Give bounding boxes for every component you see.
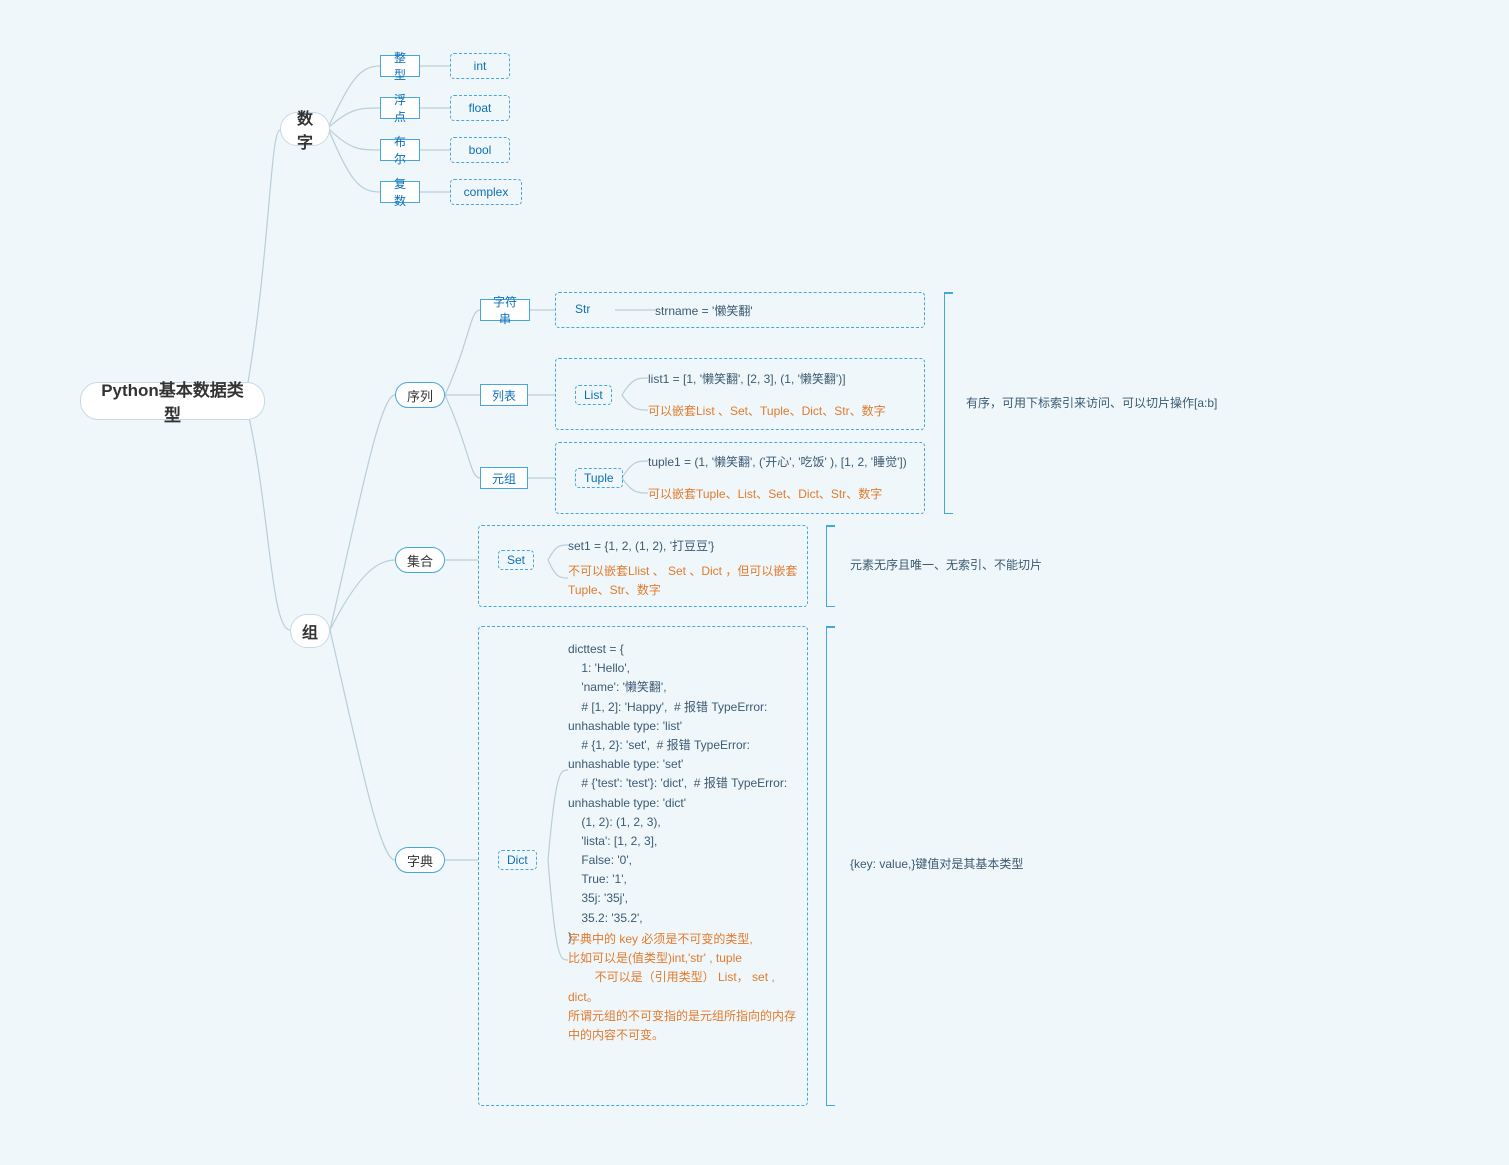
num-zh-complex: 复数	[380, 181, 420, 203]
branch-numbers: 数字	[280, 112, 330, 146]
set-example: set1 = {1, 2, (1, 2), '打豆豆'}	[568, 537, 714, 556]
num-zh-float: 浮点	[380, 97, 420, 119]
seq-tuple-zh: 元组	[480, 467, 528, 489]
set-note: 元素无序且唯一、无索引、不能切片	[850, 556, 1090, 573]
tuple-example: tuple1 = (1, '懒笑翻', ('开心', '吃饭' ), [1, 2…	[648, 453, 907, 472]
list-example: list1 = [1, '懒笑翻', [2, 3], (1, '懒笑翻')]	[648, 370, 846, 389]
sub-sequence: 序列	[395, 382, 445, 408]
list-nest: 可以嵌套List 、Set、Tuple、Dict、Str、数字	[648, 402, 886, 421]
num-en-bool: bool	[450, 137, 510, 163]
dict-desc: 字典中的 key 必须是不可变的类型, 比如可以是(值类型)int,'str' …	[568, 930, 798, 1045]
set-nest: 不可以嵌套Llist 、 Set 、Dict ，但可以嵌套Tuple、Str、数…	[568, 562, 798, 600]
root-node: Python基本数据类型	[80, 382, 265, 420]
dict-en: Dict	[498, 850, 537, 870]
dict-bracket	[826, 626, 827, 1106]
seq-list-zh: 列表	[480, 384, 528, 406]
set-bracket	[826, 525, 827, 607]
branch-group: 组	[290, 614, 330, 648]
num-en-int: int	[450, 53, 510, 79]
num-zh-int: 整型	[380, 55, 420, 77]
tuple-nest: 可以嵌套Tuple、List、Set、Dict、Str、数字	[648, 485, 882, 504]
dict-note: {key: value,}键值对是其基本类型	[850, 855, 1090, 872]
set-en: Set	[498, 550, 534, 570]
string-en: Str	[575, 302, 590, 316]
sub-dict: 字典	[395, 847, 445, 873]
num-en-float: float	[450, 95, 510, 121]
string-example: strname = '懒笑翻'	[655, 302, 753, 321]
dict-code: dicttest = { 1: 'Hello', 'name': '懒笑翻', …	[568, 640, 798, 947]
sequence-note: 有序，可用下标索引来访问、可以切片操作[a:b]	[966, 394, 1246, 411]
tuple-en: Tuple	[575, 468, 623, 488]
num-zh-bool: 布尔	[380, 139, 420, 161]
seq-string-zh: 字符串	[480, 299, 530, 321]
sequence-bracket	[944, 292, 945, 514]
num-en-complex: complex	[450, 179, 522, 205]
list-en: List	[575, 385, 612, 405]
sub-set: 集合	[395, 547, 445, 573]
